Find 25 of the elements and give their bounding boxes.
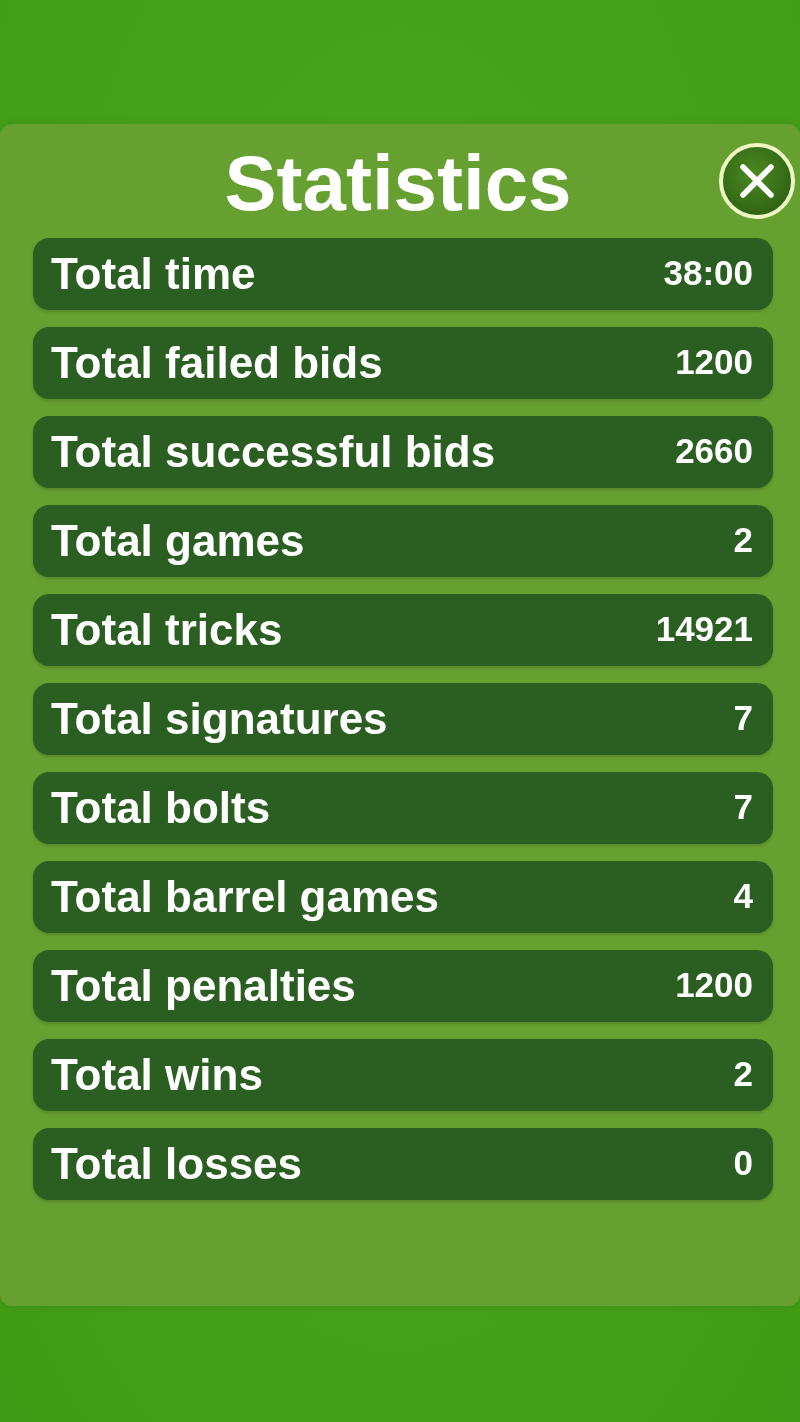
stat-label: Total tricks: [51, 608, 283, 652]
stat-value: 7: [733, 788, 753, 824]
dialog-title: Statistics: [224, 140, 572, 222]
stat-value: 7: [733, 699, 753, 735]
close-button[interactable]: [718, 142, 796, 220]
stat-value: 0: [733, 1144, 753, 1180]
stat-value: 2: [733, 521, 753, 557]
stat-label: Total successful bids: [51, 430, 496, 474]
stat-value: 1200: [675, 343, 753, 379]
stat-label: Total failed bids: [51, 341, 383, 385]
stat-label: Total penalties: [51, 964, 356, 1008]
stat-label: Total time: [51, 252, 256, 296]
stat-value: 2: [733, 1055, 753, 1091]
stat-label: Total losses: [51, 1142, 303, 1186]
stat-value: 1200: [675, 966, 753, 1002]
stat-value: 38:00: [663, 254, 753, 290]
stat-label: Total bolts: [51, 786, 271, 830]
stat-label: Total games: [51, 519, 305, 563]
stat-value: 2660: [675, 432, 753, 468]
stat-value: 14921: [655, 610, 753, 646]
stat-value: 4: [733, 877, 753, 913]
stat-label: Total wins: [51, 1053, 263, 1097]
stat-label: Total signatures: [51, 697, 388, 741]
close-icon: [718, 142, 796, 220]
stat-label: Total barrel games: [51, 875, 439, 919]
